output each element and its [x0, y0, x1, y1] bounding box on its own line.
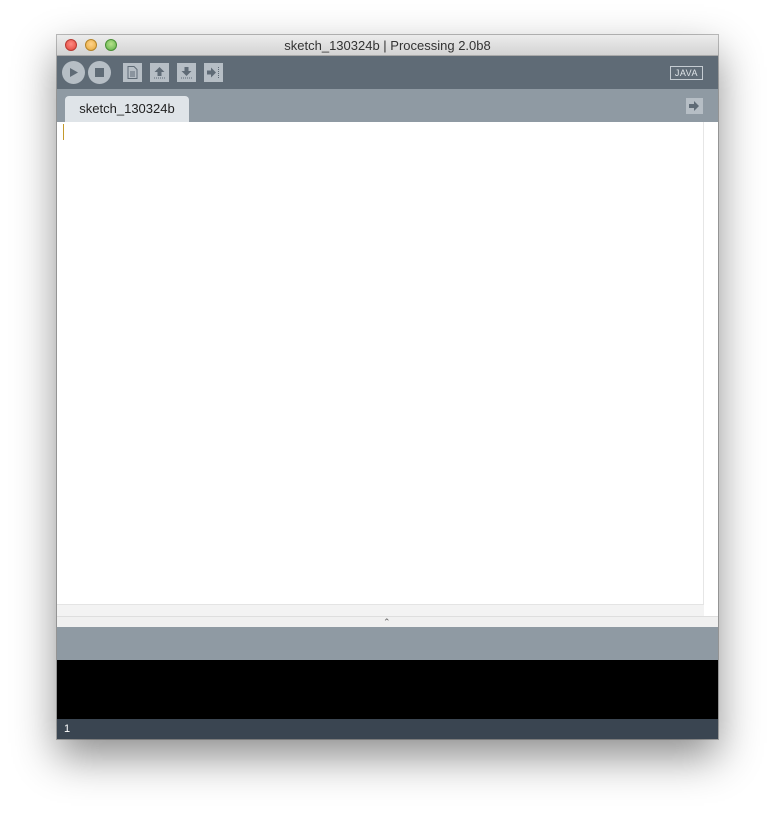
title-bar[interactable]: sketch_130324b | Processing 2.0b8: [57, 35, 718, 56]
tab-sketch[interactable]: sketch_130324b: [65, 96, 189, 122]
editor-horizontal-scrollbar[interactable]: [57, 604, 704, 616]
tab-menu-arrow-icon: [689, 101, 699, 111]
new-button[interactable]: [123, 63, 142, 82]
tab-bar: sketch_130324b: [57, 89, 718, 122]
tab-menu-button[interactable]: [686, 98, 703, 114]
open-arrow-up-icon: [154, 66, 165, 78]
toolbar: JAVA: [57, 56, 718, 89]
code-editor[interactable]: [57, 122, 718, 604]
run-button[interactable]: [62, 61, 85, 84]
export-arrow-icon: [207, 67, 219, 78]
stop-button[interactable]: [88, 61, 111, 84]
open-button[interactable]: [150, 63, 169, 82]
stop-icon: [95, 68, 104, 77]
play-icon: [70, 68, 78, 77]
line-number: 1: [64, 723, 71, 735]
message-area: [57, 627, 718, 660]
text-caret: [63, 124, 64, 140]
save-arrow-down-icon: [181, 66, 192, 78]
export-button[interactable]: [204, 63, 223, 82]
mode-selector[interactable]: JAVA: [669, 66, 703, 80]
status-bar: 1: [57, 719, 718, 739]
editor-text-area[interactable]: [63, 124, 693, 594]
save-button[interactable]: [177, 63, 196, 82]
editor-vertical-scrollbar[interactable]: [703, 122, 704, 604]
window-title: sketch_130324b | Processing 2.0b8: [284, 38, 491, 53]
processing-window: sketch_130324b | Processing 2.0b8 JAVA s…: [57, 35, 718, 739]
split-divider[interactable]: ⌃: [57, 616, 718, 627]
console-output[interactable]: [57, 660, 718, 719]
new-file-icon: [127, 66, 138, 79]
